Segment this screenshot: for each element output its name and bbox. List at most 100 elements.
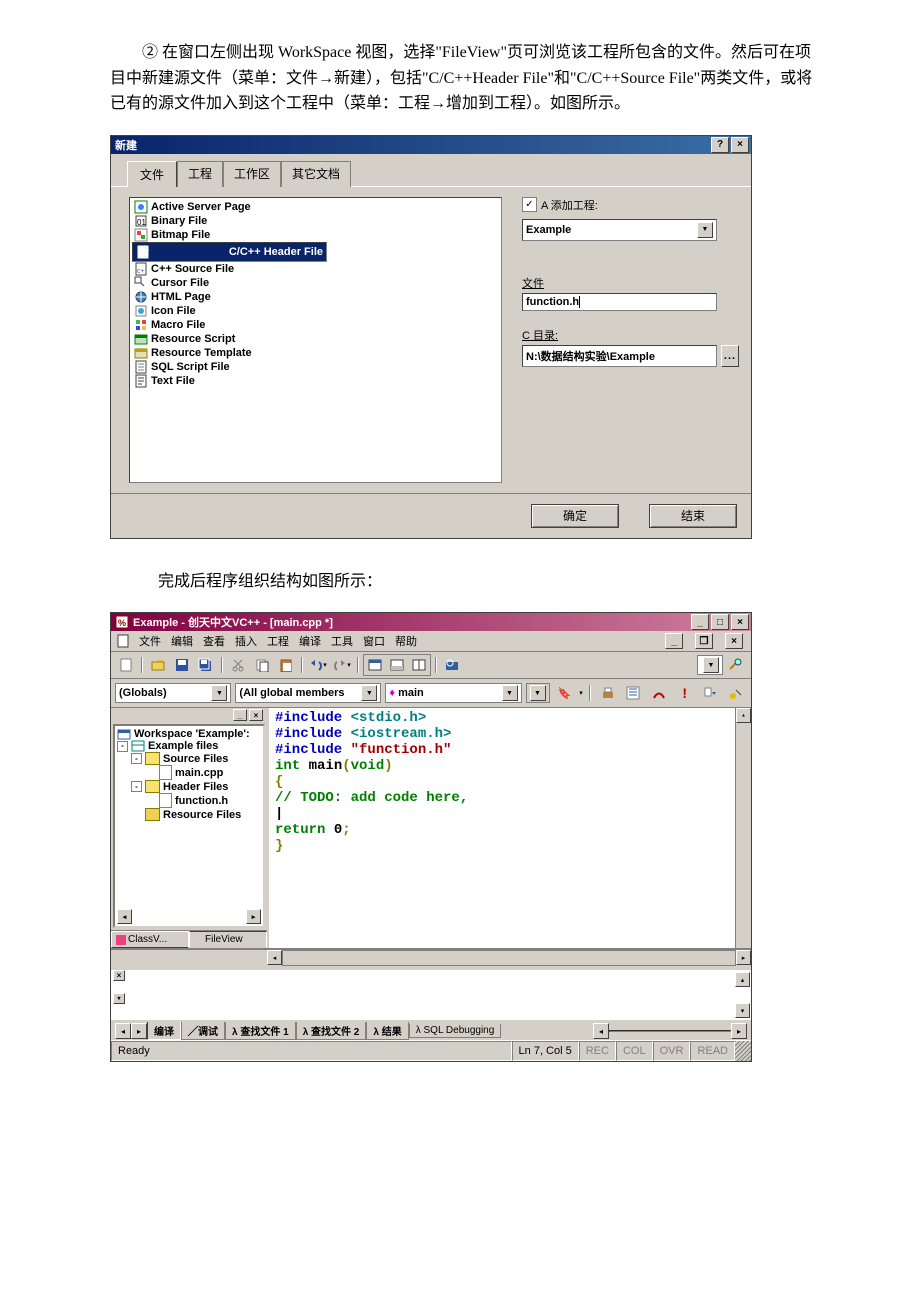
maximize-icon[interactable]: □ [711,614,729,630]
panel-close-icon[interactable]: × [249,709,263,721]
menu-insert[interactable]: 插入 [235,633,257,649]
browse-button[interactable]: ... [721,345,739,367]
menu-compile[interactable]: 编译 [299,633,321,649]
save-icon[interactable] [171,655,193,675]
editor-scroll-right-icon[interactable]: ▸ [736,950,751,965]
close-button[interactable]: 结束 [649,504,737,528]
toolbar-combo[interactable]: ▼ [697,655,723,675]
resize-grip-icon[interactable] [735,1041,751,1061]
menu-window[interactable]: 窗口 [363,633,385,649]
scroll-left-icon[interactable]: ◂ [117,909,132,924]
go-icon[interactable]: ! [674,683,696,703]
add-to-project-checkbox[interactable]: ✓ A 添加工程: [522,197,739,213]
output-tab-find1[interactable]: λ 查找文件 1 [225,1022,296,1040]
file-type-item[interactable]: SQL Script File [132,360,499,374]
panel-tab-fileview[interactable]: FileView [189,931,267,948]
output-hscroll-right-icon[interactable]: ▸ [731,1023,747,1039]
menu-help[interactable]: 帮助 [395,633,417,649]
tab-workspace[interactable]: 工作区 [223,161,281,187]
close-window-icon[interactable]: × [731,614,749,630]
file-type-item[interactable]: Bitmap File [132,228,499,242]
stop-icon[interactable] [648,683,670,703]
output-tab-debug[interactable]: ╱调试 [181,1022,225,1040]
file-type-item[interactable]: c+C++ Source File [132,262,499,276]
file-type-label: Bitmap File [151,229,210,241]
child-minimize-icon[interactable]: _ [665,633,683,649]
find-icon[interactable] [725,655,747,675]
cut-icon[interactable] [227,655,249,675]
panel-min-icon[interactable]: _ [233,709,247,721]
close-icon[interactable]: × [731,137,749,153]
output-tab-left-icon[interactable]: ◂ [115,1023,131,1039]
output-tab-right-icon[interactable]: ▸ [131,1023,147,1039]
help-icon[interactable]: ? [711,137,729,153]
file-type-item[interactable]: Text File [132,374,499,388]
file-type-item[interactable]: Macro File [132,318,499,332]
saveall-icon[interactable] [195,655,217,675]
copy-icon[interactable] [251,655,273,675]
window-list-icon[interactable] [364,655,386,675]
directory-input[interactable]: N:\数据结构实验\Example [522,345,717,367]
paste-icon[interactable] [275,655,297,675]
build-icon[interactable] [622,683,644,703]
output-scroll-down-icon[interactable]: ▾ [735,1003,750,1018]
scroll-right-icon[interactable]: ▸ [246,909,261,924]
code-editor[interactable]: #include <stdio.h>#include <iostream.h>#… [269,708,751,948]
func-combo[interactable]: ♦ main▼ [385,683,521,703]
output-close-icon[interactable]: × [113,970,125,981]
nav-combo[interactable]: ▼ [526,683,550,703]
file-type-item[interactable]: Active Server Page [132,200,499,214]
tab-project[interactable]: 工程 [177,161,223,187]
undo-icon[interactable]: ▾ [307,655,329,675]
output-hscroll-left-icon[interactable]: ◂ [593,1023,609,1039]
scroll-up-icon[interactable]: ▴ [736,708,751,723]
compile-icon[interactable] [597,683,619,703]
dialog-tabs: 文件 工程 工作区 其它文档 [111,154,751,187]
code-line: } [275,838,745,854]
output-tab-results[interactable]: λ 结果 [366,1022,408,1040]
scope-combo[interactable]: (Globals)▼ [115,683,231,703]
file-type-item[interactable]: Resource Script [132,332,499,346]
minimize-icon[interactable]: _ [691,614,709,630]
menu-tools[interactable]: 工具 [331,633,353,649]
file-type-icon: c+ [134,262,148,276]
redo-icon[interactable]: ▾ [331,655,353,675]
file-type-item[interactable]: HTML Page [132,290,499,304]
output-tab-find2[interactable]: λ 查找文件 2 [296,1022,367,1040]
tab-other[interactable]: 其它文档 [281,161,351,187]
output-tab-sql[interactable]: λ SQL Debugging [409,1024,502,1038]
file-tree[interactable]: Workspace 'Example': -Example files -Sou… [113,724,265,928]
tab-file[interactable]: 文件 [127,161,177,187]
panes-icon[interactable] [408,655,430,675]
dialog-title: 新建 [115,137,137,153]
file-type-item[interactable]: Icon File [132,304,499,318]
editor-scroll-left-icon[interactable]: ◂ [267,950,282,965]
open-icon[interactable] [147,655,169,675]
breakpoint-icon[interactable] [725,683,747,703]
step-icon[interactable] [700,683,722,703]
file-type-item[interactable]: Cursor File [132,276,499,290]
output-scroll-up-icon[interactable]: ▴ [735,972,750,987]
child-restore-icon[interactable]: ❐ [695,633,713,649]
output-icon[interactable] [386,655,408,675]
menu-edit[interactable]: 编辑 [171,633,193,649]
panel-tab-classview[interactable]: ClassV... [111,931,189,948]
output-tab-compile[interactable]: 编译 [147,1022,181,1040]
output-pin-icon[interactable]: ▾ [113,993,125,1004]
file-type-item[interactable]: 01Binary File [132,214,499,228]
new-doc-icon[interactable] [115,655,137,675]
menu-view[interactable]: 查看 [203,633,225,649]
members-combo[interactable]: (All global members▼ [235,683,381,703]
status-rec: REC [579,1041,616,1061]
project-select[interactable]: Example ▼ [522,219,717,241]
child-close-icon[interactable]: × [725,633,743,649]
search-combo-icon[interactable] [441,655,463,675]
flag-icon[interactable]: 🔖 [554,683,576,703]
file-type-item[interactable]: Resource Template [132,346,499,360]
ok-button[interactable]: 确定 [531,504,619,528]
file-type-list[interactable]: Active Server Page01Binary FileBitmap Fi… [129,197,502,483]
menu-project[interactable]: 工程 [267,633,289,649]
menu-file[interactable]: 文件 [139,633,161,649]
filename-input[interactable]: function.h [522,293,717,311]
file-type-item[interactable]: C/C++ Header File [132,242,327,262]
